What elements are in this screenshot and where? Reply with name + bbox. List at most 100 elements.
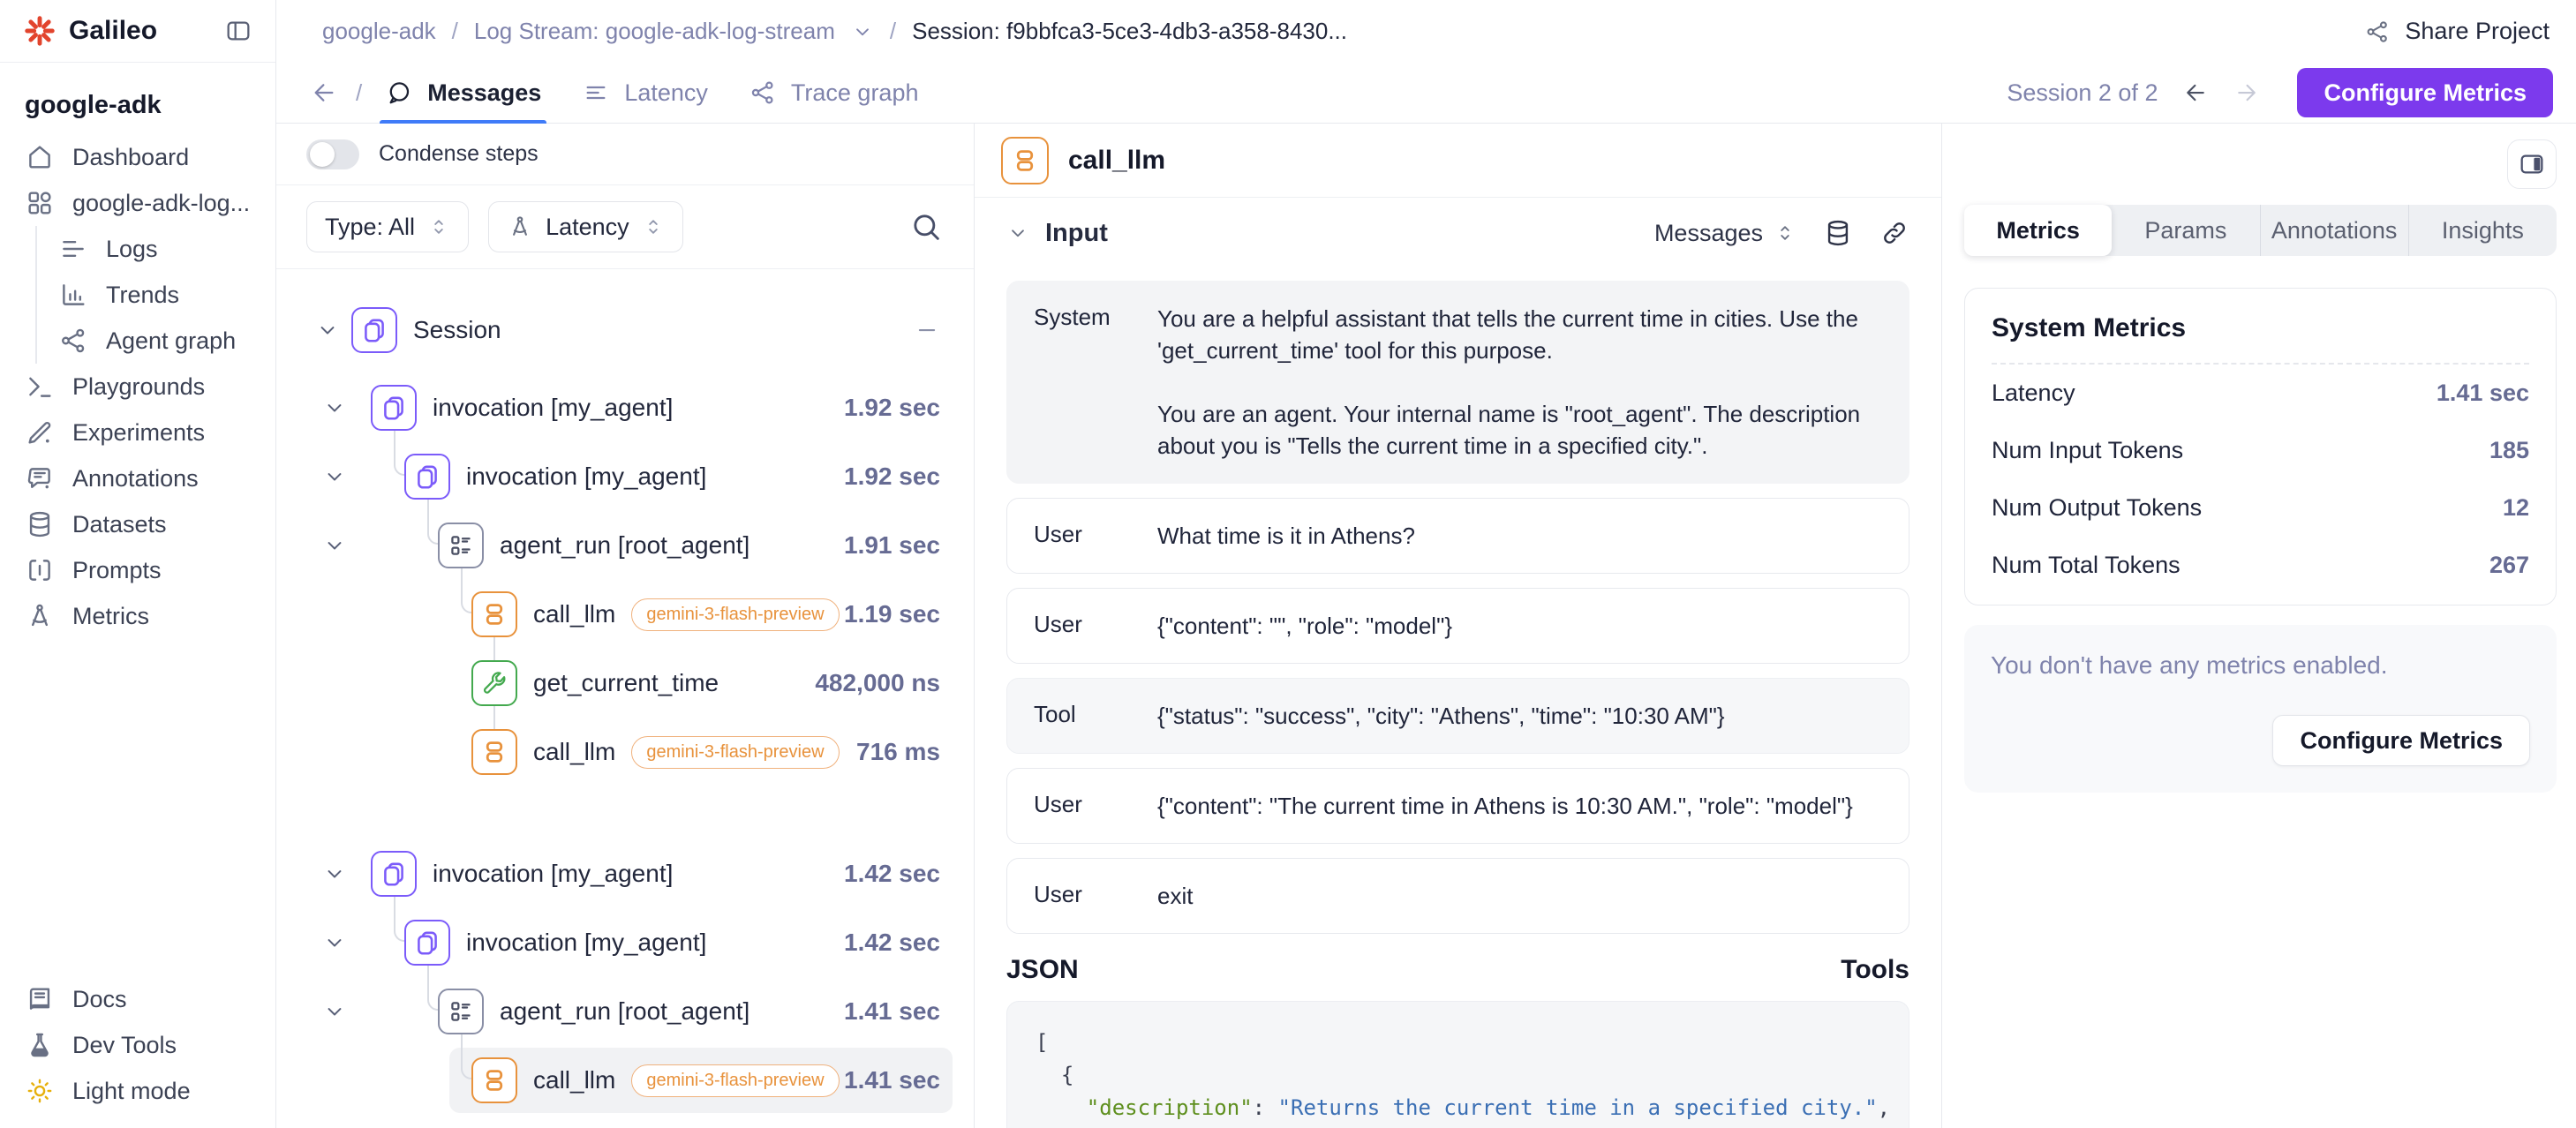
share-project-label: Share Project bbox=[2405, 18, 2550, 45]
metrics-tab-bar: MetricsParamsAnnotationsInsights bbox=[1964, 205, 2557, 256]
tab-trace-graph[interactable]: Trace graph bbox=[743, 63, 924, 124]
chevron-down-icon[interactable] bbox=[851, 20, 874, 43]
next-session-icon[interactable] bbox=[2233, 79, 2260, 106]
chevron-updown-icon bbox=[642, 215, 665, 238]
configure-metrics-button[interactable]: Configure Metrics bbox=[2297, 68, 2553, 117]
invocation-icon bbox=[404, 454, 450, 500]
chat-bubble-icon bbox=[385, 79, 413, 107]
minus-icon[interactable] bbox=[914, 317, 940, 343]
llm-icon bbox=[471, 591, 517, 637]
back-button[interactable] bbox=[310, 79, 338, 107]
logo-row: Galileo bbox=[0, 0, 275, 63]
collapse-sidebar-icon[interactable] bbox=[224, 17, 252, 45]
tree-row-call-llm-9[interactable]: call_llmgemini-3-flash-preview1.41 sec bbox=[276, 1046, 974, 1115]
tools-tab[interactable]: Tools bbox=[1841, 955, 1909, 985]
duration-label: 1.41 sec bbox=[844, 977, 940, 1046]
sidebar-item-prompts[interactable]: Prompts bbox=[12, 547, 263, 593]
sidebar-item-dev-tools[interactable]: Dev Tools bbox=[12, 1022, 263, 1068]
tree-row-call-llm-3[interactable]: call_llmgemini-3-flash-preview1.19 sec bbox=[276, 580, 974, 649]
tree-row-invocation-my-agent-1[interactable]: invocation [my_agent]1.92 sec bbox=[276, 442, 974, 511]
metrics-empty-state: You don't have any metrics enabled. Conf… bbox=[1964, 625, 2557, 793]
metrics-tab-params[interactable]: Params bbox=[2112, 205, 2259, 256]
session-icon bbox=[351, 307, 397, 353]
breadcrumb-project[interactable]: google-adk bbox=[322, 18, 436, 45]
sidebar-item-datasets[interactable]: Datasets bbox=[12, 501, 263, 547]
span-header: call_llm bbox=[975, 124, 1941, 198]
metric-row-num-output-tokens: Num Output Tokens12 bbox=[1992, 479, 2529, 537]
duration-label: 1.91 sec bbox=[844, 511, 940, 580]
tab-messages[interactable]: Messages bbox=[380, 63, 546, 124]
breadcrumb-log-stream[interactable]: Log Stream: google-adk-log-stream bbox=[474, 18, 835, 45]
sidebar-item-docs[interactable]: Docs bbox=[12, 976, 263, 1022]
message-role: Tool bbox=[1034, 700, 1157, 728]
metric-row-num-input-tokens: Num Input Tokens185 bbox=[1992, 422, 2529, 479]
db-icon bbox=[25, 509, 55, 539]
prev-session-icon[interactable] bbox=[2182, 79, 2209, 106]
message-card-tool-3: Tool{"status": "success", "city": "Athen… bbox=[1006, 678, 1909, 754]
collapse-panel-button[interactable] bbox=[2507, 139, 2557, 189]
metrics-tab-metrics[interactable]: Metrics bbox=[1964, 205, 2112, 256]
sidebar-item-annotations[interactable]: Annotations bbox=[12, 455, 263, 501]
chevron-down-icon[interactable] bbox=[322, 533, 347, 558]
message-text: What time is it in Athens? bbox=[1157, 520, 1415, 552]
model-badge: gemini-3-flash-preview bbox=[631, 1064, 839, 1097]
chevron-down-icon[interactable] bbox=[322, 395, 347, 420]
chevron-down-icon[interactable] bbox=[322, 930, 347, 955]
message-card-user-5: Userexit bbox=[1006, 858, 1909, 934]
sidebar-item-experiments[interactable]: Experiments bbox=[12, 410, 263, 455]
input-section-header: Input Messages bbox=[975, 198, 1941, 268]
sidebar-item-trends[interactable]: Trends bbox=[53, 272, 263, 318]
tree-row-get-current-time-4[interactable]: get_current_time482,000 ns bbox=[276, 649, 974, 718]
link-icon[interactable] bbox=[1879, 218, 1909, 248]
tree-row-invocation-my-agent-6[interactable]: invocation [my_agent]1.42 sec bbox=[276, 839, 974, 908]
chevron-updown-icon bbox=[1774, 222, 1796, 244]
tab-latency[interactable]: Latency bbox=[576, 63, 713, 124]
system-metrics-title: System Metrics bbox=[1992, 313, 2529, 365]
chevron-down-icon[interactable] bbox=[322, 999, 347, 1024]
tree-row-invocation-my-agent-0[interactable]: invocation [my_agent]1.92 sec bbox=[276, 373, 974, 442]
sidebar-item-google-adk-log[interactable]: google-adk-log... bbox=[12, 180, 263, 226]
latency-filter-select[interactable]: Latency bbox=[488, 201, 683, 252]
nodes-icon bbox=[58, 326, 88, 356]
sidebar-item-playgrounds[interactable]: Playgrounds bbox=[12, 364, 263, 410]
message-role: User bbox=[1034, 790, 1157, 818]
tree-row-session[interactable]: Session bbox=[276, 296, 974, 365]
sidebar-item-agent-graph[interactable]: Agent graph bbox=[53, 318, 263, 364]
sidebar-item-logs[interactable]: Logs bbox=[53, 226, 263, 272]
lines-icon bbox=[58, 234, 88, 264]
metrics-tab-insights[interactable]: Insights bbox=[2408, 205, 2557, 256]
configure-metrics-secondary-button[interactable]: Configure Metrics bbox=[2272, 715, 2530, 766]
sidebar-item-light-mode[interactable]: Light mode bbox=[12, 1068, 263, 1114]
agent-icon bbox=[438, 989, 484, 1034]
model-badge: gemini-3-flash-preview bbox=[631, 736, 839, 769]
tree-row-call-llm-5[interactable]: call_llmgemini-3-flash-preview716 ms bbox=[276, 718, 974, 786]
message-text: {"status": "success", "city": "Athens", … bbox=[1157, 700, 1725, 732]
term-icon bbox=[25, 372, 55, 402]
json-section-header: JSON Tools bbox=[975, 934, 1941, 1001]
tree-row-agent-run-root-agent-8[interactable]: agent_run [root_agent]1.41 sec bbox=[276, 977, 974, 1046]
user-account-row[interactable] bbox=[12, 1114, 263, 1128]
project-title: google-adk bbox=[0, 63, 275, 134]
json-code-block[interactable]: [ { "description": "Returns the current … bbox=[1006, 1001, 1909, 1128]
database-icon[interactable] bbox=[1823, 218, 1853, 248]
condense-steps-toggle[interactable] bbox=[306, 139, 359, 169]
metrics-tab-annotations[interactable]: Annotations bbox=[2260, 205, 2408, 256]
sidebar-item-dashboard[interactable]: Dashboard bbox=[12, 134, 263, 180]
type-filter-select[interactable]: Type: All bbox=[306, 201, 469, 252]
message-card-user-4: User{"content": "The current time in Ath… bbox=[1006, 768, 1909, 844]
tree-row-agent-run-root-agent-2[interactable]: agent_run [root_agent]1.91 sec bbox=[276, 511, 974, 580]
chevron-down-icon[interactable] bbox=[315, 318, 340, 342]
sidebar-item-metrics[interactable]: Metrics bbox=[12, 593, 263, 639]
breadcrumb-separator: / bbox=[890, 18, 896, 45]
search-icon[interactable] bbox=[908, 209, 944, 244]
tree-row-invocation-my-agent-7[interactable]: invocation [my_agent]1.42 sec bbox=[276, 908, 974, 977]
trace-graph-icon bbox=[749, 79, 777, 107]
chevron-down-icon[interactable] bbox=[322, 464, 347, 489]
duration-label: 1.41 sec bbox=[844, 1046, 940, 1115]
collapse-input-icon[interactable] bbox=[1006, 222, 1029, 244]
comment-icon bbox=[25, 463, 55, 493]
chevron-down-icon[interactable] bbox=[322, 861, 347, 886]
share-project-button[interactable]: Share Project bbox=[2364, 18, 2550, 45]
span-title: call_llm bbox=[1068, 146, 1165, 176]
view-mode-select[interactable]: Messages bbox=[1654, 220, 1796, 247]
